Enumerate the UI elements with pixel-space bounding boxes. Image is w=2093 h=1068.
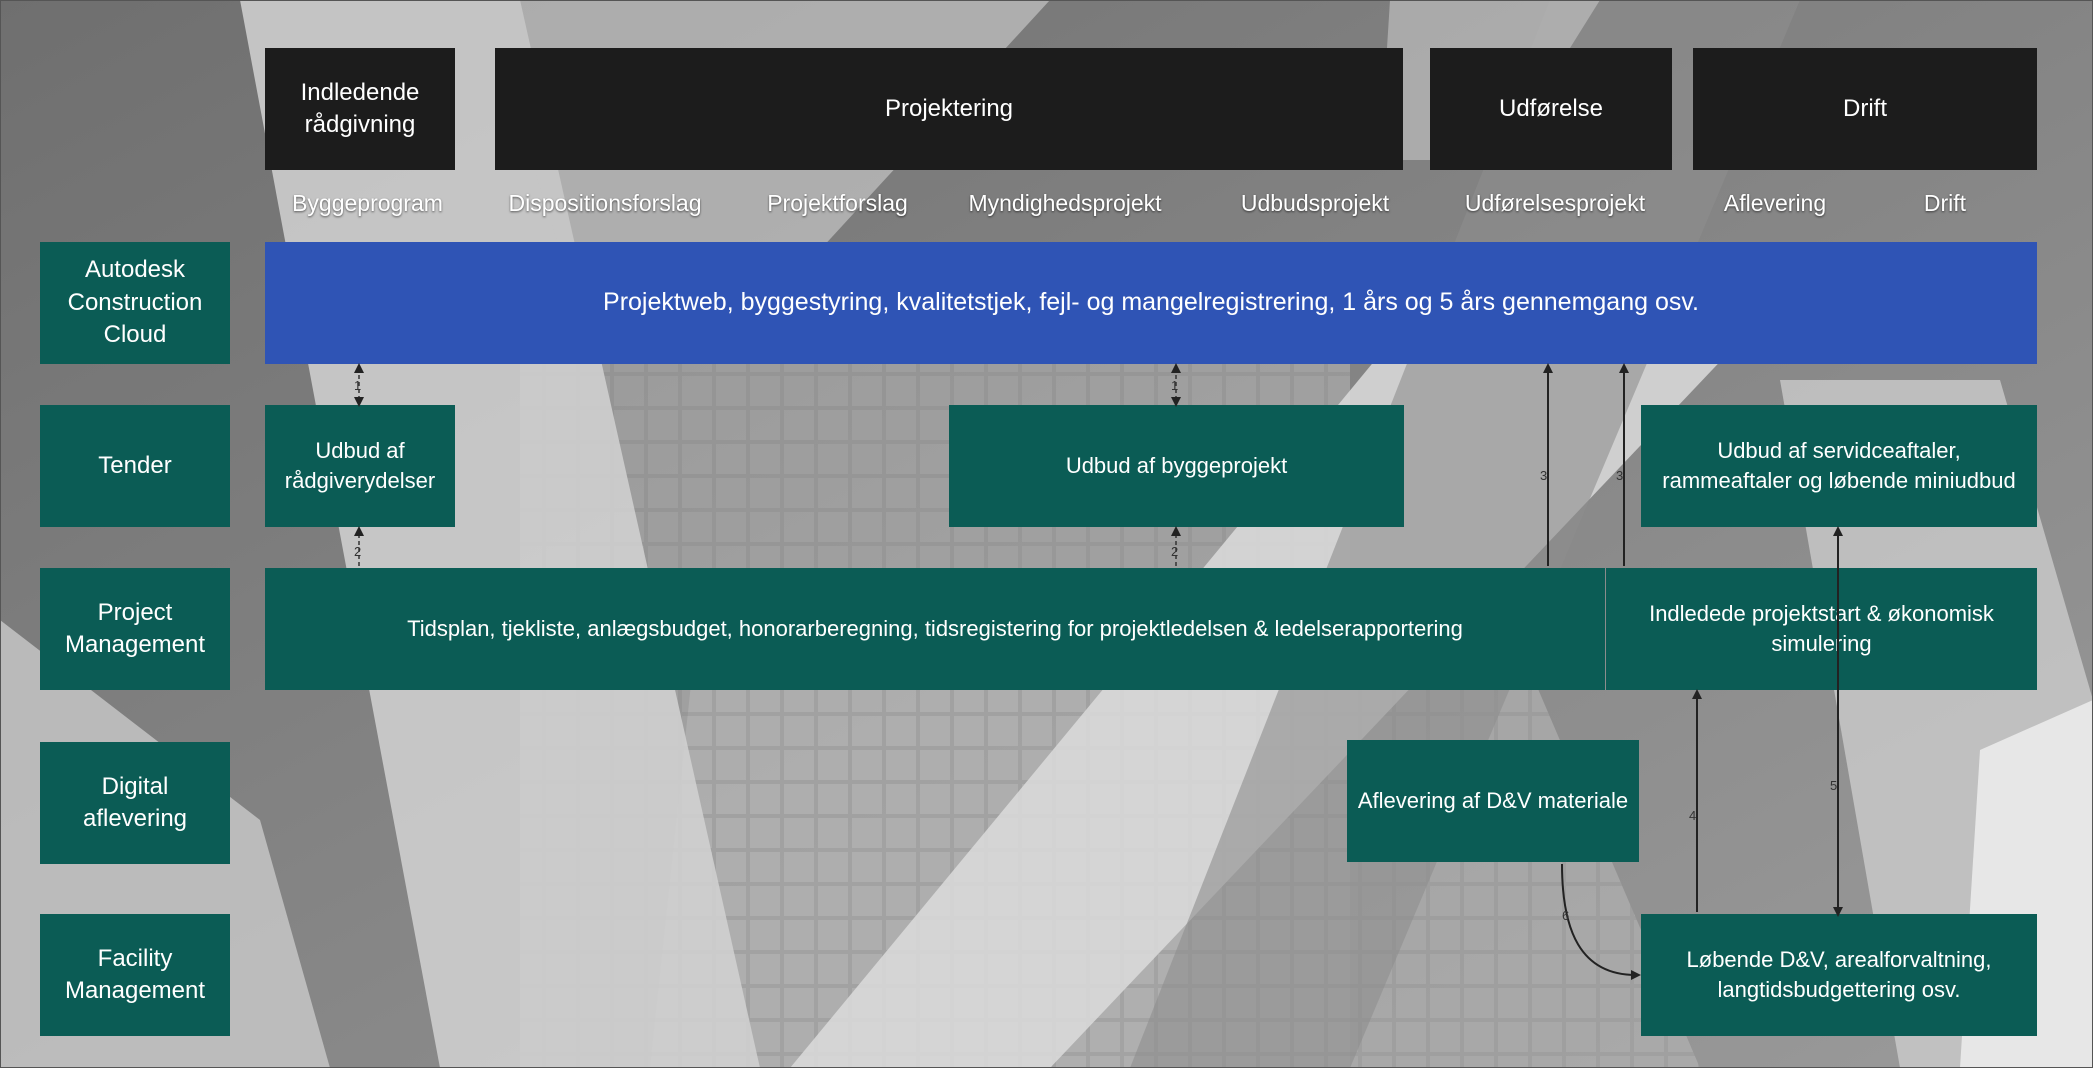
connector-label: 2 xyxy=(354,544,361,559)
connector-label: 2 xyxy=(1171,544,1178,559)
connector-label: 4 xyxy=(1689,808,1696,823)
connector-label: 1 xyxy=(354,378,361,393)
connector-label: 3 xyxy=(1616,468,1623,483)
diagram-canvas: Indledende rådgivning Projektering Udfør… xyxy=(0,0,2093,1068)
connector-label: 3 xyxy=(1540,468,1547,483)
connector-label: 1 xyxy=(1171,378,1178,393)
connector-6-digital-fm xyxy=(1561,863,1641,980)
connector-label: 5 xyxy=(1830,778,1837,793)
connector-layer: 1 1 2 2 3 3 4 5 6 xyxy=(354,363,1843,980)
connector-label: 6 xyxy=(1562,908,1569,923)
